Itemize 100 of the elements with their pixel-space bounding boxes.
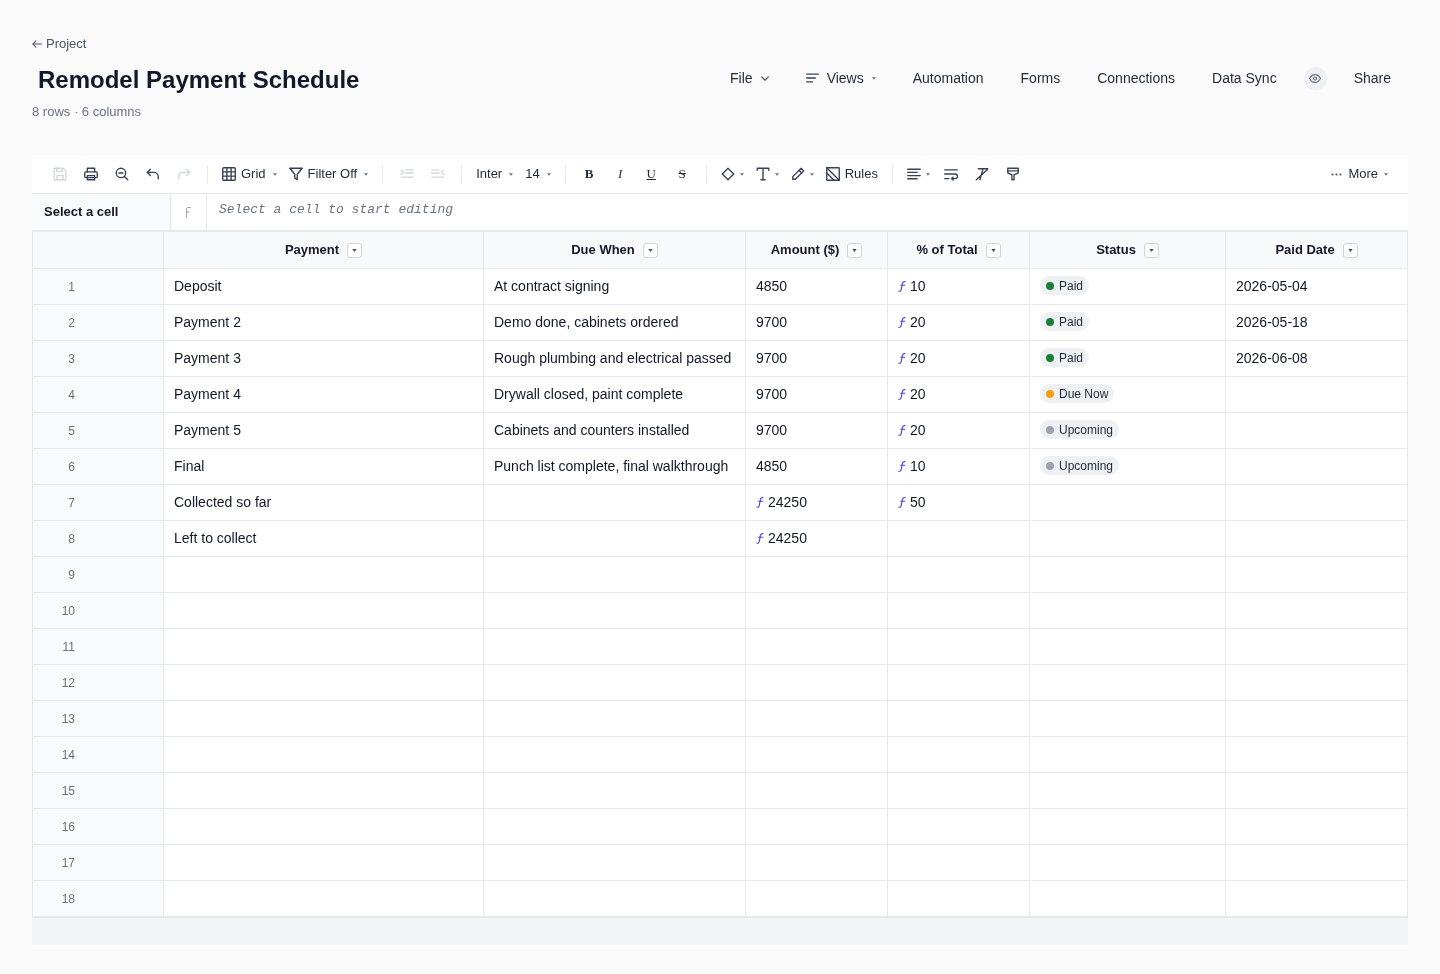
eye-icon: [1309, 73, 1322, 83]
caret-icon: [364, 172, 369, 176]
column-menu-button[interactable]: [1143, 242, 1159, 258]
row-number: 17: [60, 854, 75, 872]
column-menu-button[interactable]: [347, 242, 363, 258]
font-family-select[interactable]: Inter: [472, 160, 518, 188]
bold-button[interactable]: B: [575, 160, 603, 188]
table-cell: 9700: [746, 305, 888, 341]
caret-icon: [352, 248, 358, 252]
row-number: 11: [61, 638, 75, 656]
menu-button[interactable]: File: [730, 64, 769, 92]
lines-icon: [805, 73, 819, 83]
table-cell: Left to collect: [164, 521, 484, 557]
more-button[interactable]: More: [1327, 160, 1392, 188]
status-label: Paid: [1059, 349, 1084, 367]
table-cell: 4850: [746, 269, 888, 305]
zoom-out-icon: [114, 167, 129, 181]
views-dropdown[interactable]: Views: [805, 64, 876, 92]
table-cell: 9700: [746, 377, 888, 413]
align-left-icon: [906, 167, 921, 181]
table-cell: 2026-05-18: [1226, 305, 1407, 341]
row-number: 6: [67, 458, 75, 476]
column-header: Status: [1096, 241, 1136, 260]
more-dots-icon: [1331, 172, 1343, 176]
function-icon: [898, 497, 906, 508]
column-menu-button[interactable]: [847, 242, 863, 258]
column-header: Paid Date: [1275, 241, 1335, 260]
table-cell: Demo done, cabinets ordered: [484, 305, 746, 341]
caret-icon: [809, 172, 814, 176]
nav-link[interactable]: Share: [1353, 64, 1391, 92]
column-menu-button[interactable]: [985, 242, 1001, 258]
formula-icon: [185, 206, 192, 218]
caret-icon: [990, 248, 996, 252]
back-link[interactable]: Project: [32, 36, 87, 52]
preview-button[interactable]: [1303, 66, 1327, 90]
paint-format-icon: [1006, 167, 1021, 181]
nav-link[interactable]: Data Sync: [1212, 64, 1277, 92]
function-icon: [898, 389, 906, 400]
row-number: 18: [60, 890, 75, 908]
table-summary: 8 rows · 6 columns: [32, 104, 142, 120]
redo-icon: [176, 167, 191, 181]
column-header: Payment: [284, 241, 340, 260]
status-label: Upcoming: [1059, 421, 1114, 439]
table-cell: 2026-06-08: [1226, 341, 1407, 377]
undo-icon: [145, 167, 160, 181]
filter-dropdown[interactable]: Filter Off: [284, 160, 373, 188]
column-menu-button[interactable]: [642, 242, 658, 258]
back-arrow-icon: [32, 40, 42, 48]
table-cell: 9700: [746, 413, 888, 449]
table-cell: 2026-05-04: [1226, 269, 1407, 305]
table-cell: Deposit: [164, 269, 484, 305]
caret-icon: [925, 172, 930, 176]
table-cell: Drywall closed, paint complete: [484, 377, 746, 413]
caret-icon: [871, 76, 876, 80]
caret-icon: [546, 172, 551, 176]
rules-icon: [825, 167, 840, 181]
underline-button[interactable]: U: [637, 160, 665, 188]
caret-icon: [1148, 248, 1154, 252]
strikethrough-button[interactable]: S: [668, 160, 696, 188]
print-icon: [83, 167, 98, 181]
status-label: Upcoming: [1059, 457, 1114, 475]
function-icon: [756, 533, 764, 544]
formula-value: 24250: [768, 493, 807, 512]
function-icon: [898, 425, 906, 436]
column-header: Amount ($): [770, 241, 840, 260]
table-cell: Final: [164, 449, 484, 485]
nav-link[interactable]: Forms: [1020, 64, 1061, 92]
row-number: 7: [67, 494, 75, 512]
row-number: 5: [67, 422, 75, 440]
grid-view-dropdown[interactable]: Grid: [218, 160, 281, 188]
status-label: Paid: [1059, 277, 1084, 295]
text-t-icon: [755, 167, 770, 181]
nav-link[interactable]: Automation: [912, 64, 984, 92]
row-number: 8: [67, 530, 75, 548]
row-number: 16: [60, 818, 75, 836]
row-number: 4: [67, 386, 75, 404]
caret-icon: [1384, 172, 1388, 176]
font-size-select[interactable]: 14: [521, 160, 555, 188]
rules-button[interactable]: Rules: [821, 160, 882, 188]
chevron-down-icon: [760, 75, 769, 81]
row-number: 9: [67, 566, 75, 584]
row-number: 14: [60, 746, 75, 764]
caret-icon: [509, 172, 514, 176]
formula-field[interactable]: Select a cell to start editing: [207, 194, 1408, 231]
indent-icon: [399, 167, 414, 181]
row-number: 15: [60, 782, 75, 800]
formula-value: 20: [910, 313, 926, 332]
status-label: Due Now: [1059, 385, 1109, 403]
italic-button[interactable]: I: [606, 160, 634, 188]
nav-link[interactable]: Connections: [1097, 64, 1176, 92]
function-icon: [898, 317, 906, 328]
clear-format-icon: [975, 167, 990, 181]
formula-input[interactable]: Select a cell to start editing: [219, 195, 1396, 223]
function-icon: [898, 281, 906, 292]
formula-value: 20: [910, 385, 926, 404]
column-menu-button[interactable]: [1342, 242, 1358, 258]
page-title: Remodel Payment Schedule: [38, 65, 360, 95]
table-cell: At contract signing: [484, 269, 746, 305]
outdent-icon: [430, 167, 445, 181]
caret-icon: [739, 172, 744, 176]
